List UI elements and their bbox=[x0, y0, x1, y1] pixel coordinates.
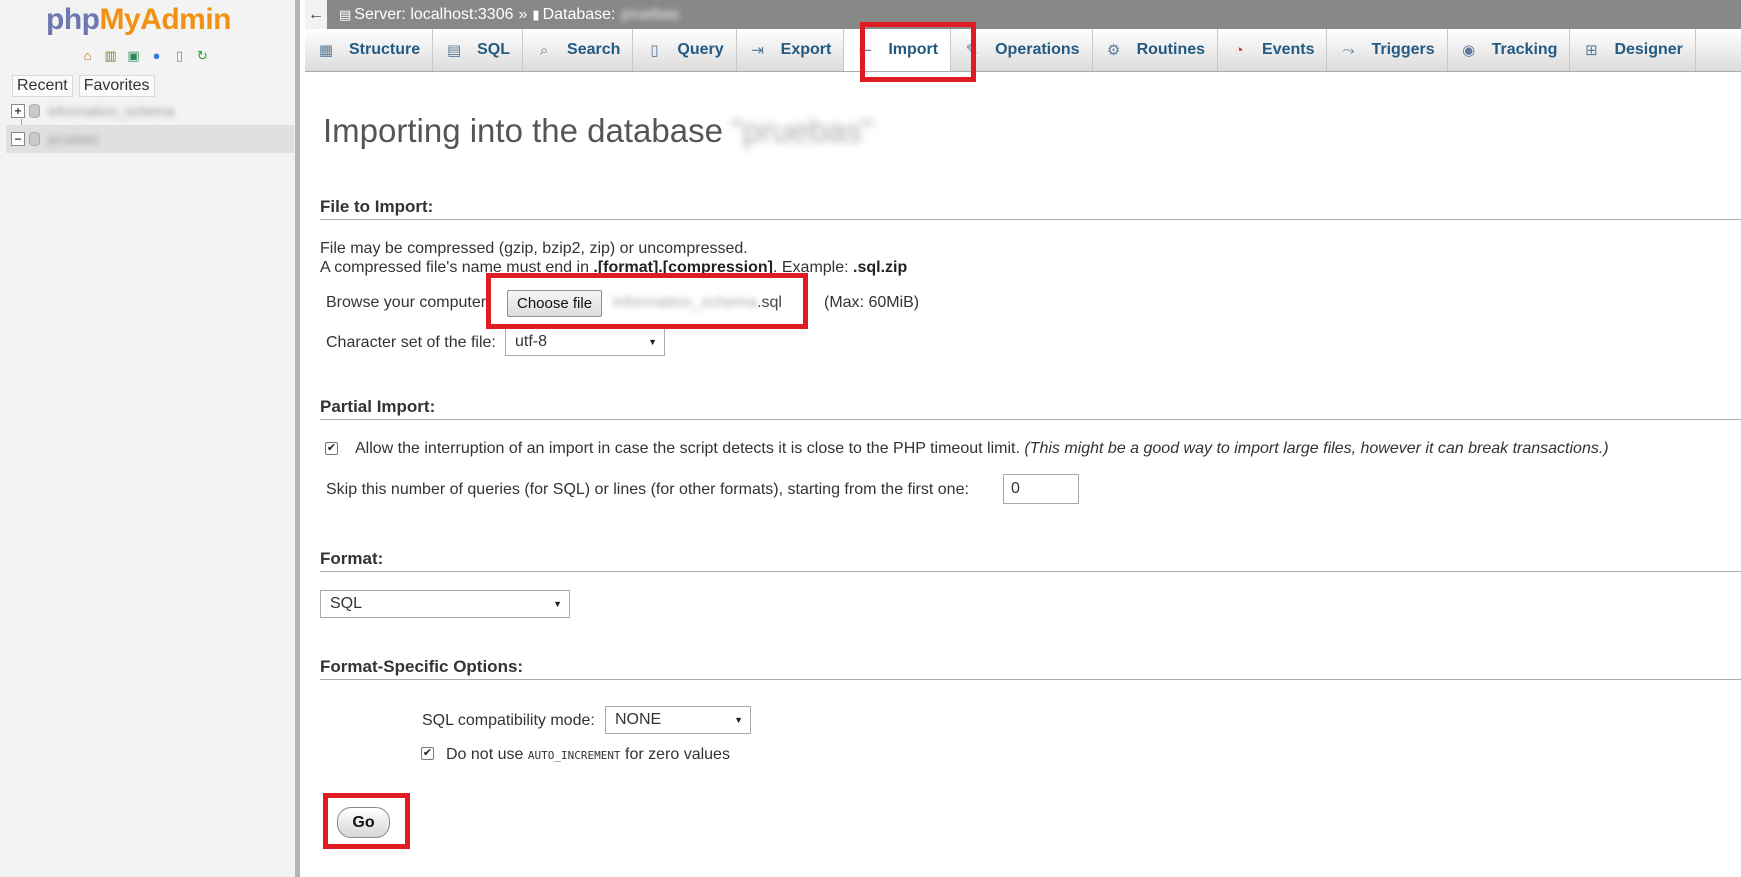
database-icon: ▮ bbox=[532, 6, 540, 22]
back-arrow-icon[interactable]: ← bbox=[305, 0, 327, 29]
choose-file-button[interactable]: Choose file bbox=[507, 290, 603, 317]
exit-icon[interactable]: ▥ bbox=[101, 46, 120, 65]
no-auto-increment-label: Do not use AUTO_INCREMENT for zero value… bbox=[446, 746, 730, 763]
structure-icon: ▦ bbox=[318, 42, 334, 59]
breadcrumb-separator: » bbox=[518, 5, 528, 23]
db-item-pruebas[interactable]: − pruebas bbox=[6, 125, 294, 153]
search-icon: ⌕ bbox=[539, 41, 549, 59]
breadcrumb-database[interactable]: ▮ Database: pruebas bbox=[532, 6, 679, 24]
go-button[interactable]: Go bbox=[337, 807, 390, 838]
recent-tab[interactable]: Recent bbox=[12, 75, 73, 97]
page-title: Importing into the database "pruebas" bbox=[323, 112, 874, 149]
charset-select[interactable]: utf-8 bbox=[505, 328, 665, 356]
db-item-label[interactable]: information_schema bbox=[48, 103, 174, 119]
charset-label: Character set of the file: bbox=[326, 334, 496, 351]
tab-tracking[interactable]: ◉ Tracking bbox=[1448, 29, 1571, 71]
skip-queries-input[interactable] bbox=[1003, 474, 1079, 504]
designer-icon: ⊞ bbox=[1585, 42, 1598, 59]
compression-note: File may be compressed (gzip, bzip2, zip… bbox=[320, 240, 748, 257]
documentation-icon[interactable]: ▯ bbox=[170, 46, 189, 65]
query-window-icon[interactable]: ▣ bbox=[124, 46, 143, 65]
reload-icon[interactable]: ↻ bbox=[193, 46, 212, 65]
allow-interrupt-label: Allow the interruption of an import in c… bbox=[355, 440, 1609, 457]
database-icon bbox=[29, 132, 40, 146]
expand-icon[interactable]: + bbox=[11, 104, 25, 118]
tab-structure[interactable]: ▦ Structure bbox=[305, 29, 434, 71]
format-options-heading: Format-Specific Options: bbox=[320, 657, 1741, 680]
home-icon[interactable]: ⌂ bbox=[78, 46, 97, 65]
main-tab-bar: ▦ Structure ▤ SQL ⌕ Search ▯ Query ⇥ Export ⇤… bbox=[305, 29, 1741, 72]
tab-export[interactable]: ⇥ Export bbox=[737, 29, 845, 71]
max-upload-size: (Max: 60MiB) bbox=[824, 294, 920, 311]
skip-queries-label: Skip this number of queries (for SQL) or… bbox=[326, 481, 969, 498]
tab-designer[interactable]: ⊞ Designer bbox=[1570, 29, 1696, 71]
import-page: Importing into the database "pruebas" Fil… bbox=[320, 72, 1741, 877]
file-to-import-heading: File to Import: bbox=[320, 197, 1741, 220]
tab-sql[interactable]: ▤ SQL bbox=[433, 29, 524, 71]
phpmyadmin-logo[interactable]: phpMyAdmin bbox=[46, 3, 231, 37]
query-icon: ▯ bbox=[650, 42, 659, 59]
events-icon: ◔ bbox=[1234, 41, 1244, 59]
filename-note: A compressed file's name must end in .[f… bbox=[320, 259, 908, 276]
format-heading: Format: bbox=[320, 549, 1741, 572]
db-item-label[interactable]: pruebas bbox=[48, 131, 99, 147]
operations-icon: ✎ bbox=[965, 42, 979, 59]
tab-import[interactable]: ⇤ Import bbox=[844, 29, 952, 71]
collapse-icon[interactable]: − bbox=[11, 132, 25, 146]
allow-interrupt-checkbox[interactable]: ✔ bbox=[325, 442, 338, 455]
server-icon: ▤ bbox=[339, 6, 352, 22]
nav-icon-bar: ⌂ ▥ ▣ ● ▯ ↻ bbox=[78, 46, 212, 65]
breadcrumb-bar: ← ▤ Server: localhost:3306 » ▮ Database:… bbox=[305, 0, 1741, 29]
database-icon bbox=[29, 104, 40, 118]
breadcrumb-server[interactable]: ▤ Server: localhost:3306 bbox=[339, 6, 514, 24]
tab-operations[interactable]: ✎ Operations bbox=[951, 29, 1093, 71]
partial-import-heading: Partial Import: bbox=[320, 397, 1741, 420]
browse-label: Browse your computer: bbox=[326, 294, 491, 311]
tab-routines[interactable]: ⚙ Routines bbox=[1093, 29, 1219, 71]
nav-tabs: Recent Favorites bbox=[12, 75, 155, 97]
favorites-tab[interactable]: Favorites bbox=[78, 75, 155, 97]
db-item-information-schema[interactable]: + information_schema bbox=[6, 97, 294, 129]
help-icon[interactable]: ● bbox=[147, 46, 166, 65]
import-icon: ⇤ bbox=[859, 42, 872, 59]
no-auto-increment-checkbox[interactable]: ✔ bbox=[421, 747, 434, 760]
export-icon: ⇥ bbox=[751, 42, 764, 59]
navigation-panel: phpMyAdmin ⌂ ▥ ▣ ● ▯ ↻ Recent Favorites … bbox=[0, 0, 300, 877]
tab-query[interactable]: ▯ Query bbox=[633, 29, 737, 71]
routines-icon: ⚙ bbox=[1106, 42, 1121, 59]
sql-icon: ▤ bbox=[447, 42, 462, 59]
sql-compat-label: SQL compatibility mode: bbox=[422, 712, 595, 729]
tab-search[interactable]: ⌕ Search bbox=[523, 29, 634, 71]
tab-triggers[interactable]: ⤳ Triggers bbox=[1327, 29, 1448, 71]
format-select[interactable]: SQL bbox=[320, 590, 570, 618]
database-tree: + information_schema − pruebas bbox=[6, 97, 294, 153]
selected-file-name: information_schema.sql bbox=[613, 294, 782, 311]
sql-compat-select[interactable]: NONE bbox=[605, 706, 751, 734]
tab-events[interactable]: ◔ Events bbox=[1218, 29, 1328, 71]
tracking-icon: ◉ bbox=[1462, 42, 1476, 59]
triggers-icon: ⤳ bbox=[1342, 41, 1355, 59]
